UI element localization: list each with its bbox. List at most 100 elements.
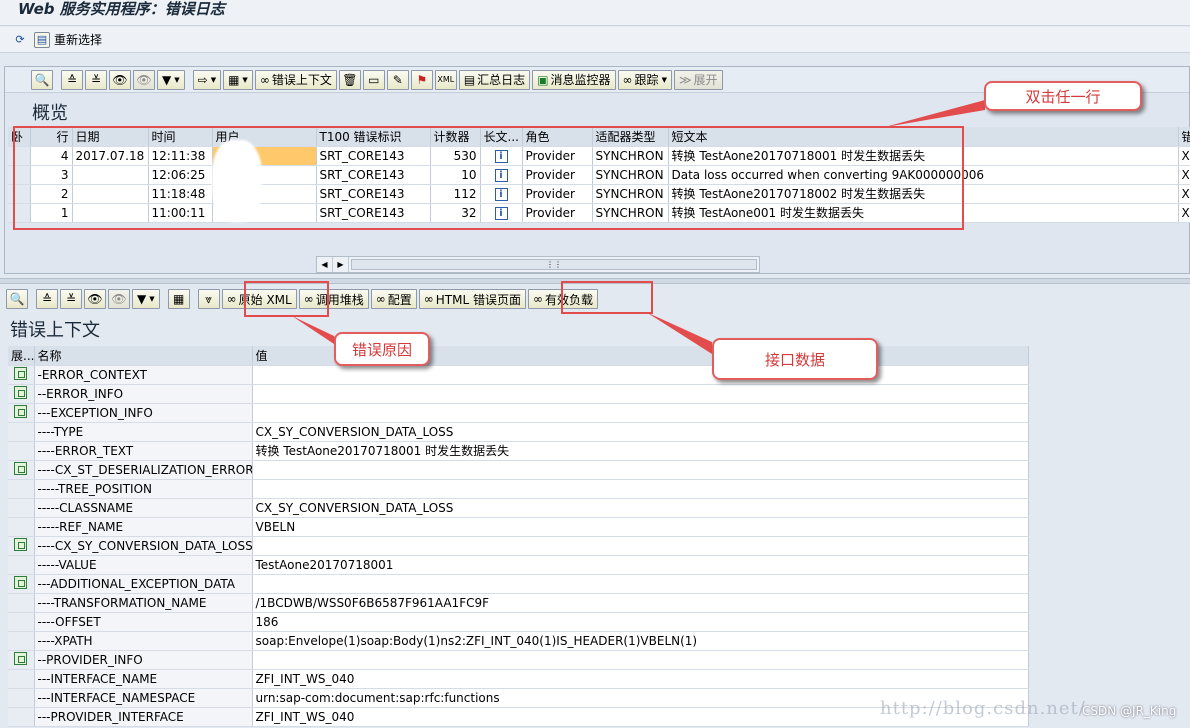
- col-adapter-type[interactable]: 适配器类型: [592, 127, 669, 147]
- row-long-text[interactable]: i: [480, 203, 523, 223]
- overview-table: 卧 行 日期 时间 用户 T100 错误标识 计数器 长文... 角色 适配器类…: [8, 127, 1190, 223]
- flag-button[interactable]: ⚑: [410, 69, 433, 90]
- print-button[interactable]: ▭: [362, 69, 385, 90]
- expand-node-icon[interactable]: [14, 651, 28, 665]
- row-selector[interactable]: [8, 203, 31, 223]
- expand-node-icon[interactable]: [14, 575, 28, 589]
- row-long-text[interactable]: i: [480, 184, 523, 204]
- info-icon[interactable]: i: [494, 207, 508, 220]
- sort-desc-button[interactable]: ≚: [60, 289, 82, 309]
- table-row[interactable]: 4 2017.07.18 12:11:38 SRT_CORE143 530 i …: [8, 146, 1190, 166]
- col-name[interactable]: 名称: [34, 346, 253, 366]
- config-button[interactable]: ∞ 配置: [370, 289, 417, 309]
- table-row[interactable]: ---ADDITIONAL_EXCEPTION_DATA: [8, 574, 1029, 594]
- call-stack-button[interactable]: ∞ 调用堆栈: [298, 289, 369, 309]
- sort-asc-button[interactable]: ≙: [61, 69, 83, 90]
- row-long-text[interactable]: i: [480, 146, 523, 166]
- info-icon[interactable]: i: [494, 150, 508, 163]
- table-row[interactable]: 2 11:18:48 SRT_CORE143 112 i Provider SY…: [8, 184, 1190, 204]
- scroll-thumb[interactable]: ⋮⋮: [351, 259, 757, 270]
- table-row[interactable]: ---PROVIDER_INTERFACE ZFI_INT_WS_040: [8, 707, 1029, 727]
- row-expand-cell[interactable]: [8, 574, 35, 594]
- table-row[interactable]: ---INTERFACE_NAMESPACE urn:sap-com:docume…: [8, 688, 1029, 708]
- find-button[interactable]: 👁: [109, 69, 131, 90]
- table-row[interactable]: -----CLASSNAME CX_SY_CONVERSION_DATA_LOSS: [8, 498, 1029, 518]
- scroll-right-icon[interactable]: ▶: [333, 257, 349, 272]
- message-monitor-button[interactable]: ▣ 消息监控器: [532, 69, 616, 90]
- col-extra[interactable]: 错: [1178, 127, 1190, 147]
- row-expand-cell[interactable]: [8, 460, 35, 480]
- col-date[interactable]: 日期: [72, 127, 149, 147]
- table-row[interactable]: --ERROR_INFO: [8, 384, 1029, 404]
- expand-button[interactable]: ≫ 展开: [673, 69, 723, 90]
- row-expand-cell[interactable]: [8, 403, 35, 423]
- col-role[interactable]: 角色: [522, 127, 593, 147]
- overview-horizontal-scrollbar[interactable]: ◀ ▶ ⋮⋮: [316, 256, 760, 273]
- row-selector[interactable]: [8, 146, 31, 166]
- trace-button[interactable]: ∞ 跟踪 ▼: [617, 69, 672, 90]
- scroll-left-icon[interactable]: ◀: [317, 257, 333, 272]
- edit-button[interactable]: ✎: [386, 69, 409, 90]
- filter-button[interactable]: ▼ ▼: [132, 289, 160, 309]
- html-error-page-button[interactable]: ∞ HTML 错误页面: [418, 289, 526, 309]
- col-select[interactable]: 卧: [8, 127, 31, 147]
- table-row[interactable]: ---INTERFACE_NAME ZFI_INT_WS_040: [8, 669, 1029, 689]
- sort-asc-button[interactable]: ≙: [36, 289, 58, 309]
- table-row[interactable]: ----CX_ST_DESERIALIZATION_ERROR: [8, 460, 1029, 480]
- table-row[interactable]: ----TRANSFORMATION_NAME/1BCDWB/WSS0F6B65…: [8, 593, 1029, 613]
- col-long-text[interactable]: 长文...: [480, 127, 523, 147]
- expand-node-icon[interactable]: [14, 537, 28, 551]
- table-row[interactable]: ---EXCEPTION_INFO: [8, 403, 1029, 423]
- summary-log-button[interactable]: ▤ 汇总日志: [458, 69, 531, 90]
- table-row[interactable]: ----CX_SY_CONVERSION_DATA_LOSS: [8, 536, 1029, 556]
- col-counter[interactable]: 计数器: [430, 127, 481, 147]
- row-expand-cell[interactable]: [8, 365, 35, 385]
- details-button[interactable]: 🔍: [6, 289, 28, 309]
- find-next-button[interactable]: 👁: [133, 69, 155, 90]
- row-selector[interactable]: [8, 184, 31, 204]
- table-row[interactable]: 3 12:06:25 SRT_CORE143 10 i Provider SYN…: [8, 165, 1190, 185]
- find-next-button[interactable]: 👁: [108, 289, 130, 309]
- payload-button[interactable]: ∞ 有效负载: [527, 289, 598, 309]
- sort-desc-button[interactable]: ≚: [85, 69, 107, 90]
- info-icon[interactable]: i: [494, 169, 508, 182]
- details-button[interactable]: 🔍: [31, 69, 53, 90]
- col-t100-error-id[interactable]: T100 错误标识: [316, 127, 431, 147]
- expand-node-icon[interactable]: [14, 461, 28, 475]
- col-time[interactable]: 时间: [148, 127, 213, 147]
- refresh-icon[interactable]: ⟳: [12, 32, 28, 48]
- row-expand-cell[interactable]: [8, 384, 35, 404]
- table-row[interactable]: ----OFFSET 186: [8, 612, 1029, 632]
- row-value: [252, 574, 1029, 594]
- xml-button[interactable]: XML: [434, 69, 457, 90]
- row-expand-cell[interactable]: [8, 536, 35, 556]
- raw-xml-button[interactable]: ∞ 原始 XML: [221, 289, 297, 309]
- table-row[interactable]: ----XPATH soap:Envelope(1)soap:Body(1)ns2…: [8, 631, 1029, 651]
- col-row[interactable]: 行: [30, 127, 73, 147]
- table-row[interactable]: ----TYPE CX_SY_CONVERSION_DATA_LOSS: [8, 422, 1029, 442]
- error-context-button[interactable]: ∞ 错误上下文: [254, 69, 337, 90]
- export-button[interactable]: ⇨ ▼: [192, 69, 222, 90]
- col-short-text[interactable]: 短文本: [668, 127, 1179, 147]
- reselect-button[interactable]: ▤ 重新选择: [34, 31, 102, 48]
- row-expand-cell[interactable]: [8, 650, 35, 670]
- find-button[interactable]: 👁: [84, 289, 106, 309]
- delete-button[interactable]: 🗑: [338, 69, 361, 90]
- row-selector[interactable]: [8, 165, 31, 185]
- table-row[interactable]: -----TREE_POSITION: [8, 479, 1029, 499]
- expand-all-button[interactable]: ⩔: [197, 289, 220, 309]
- expand-node-icon[interactable]: [14, 404, 28, 418]
- expand-node-icon[interactable]: [14, 385, 28, 399]
- expand-node-icon[interactable]: [14, 366, 28, 380]
- col-expand[interactable]: 展...: [8, 346, 35, 366]
- layout-button[interactable]: ▦ ▼: [223, 69, 253, 90]
- table-row[interactable]: ----ERROR_TEXT 转换 TestAone20170718001 时发生…: [8, 441, 1029, 461]
- row-long-text[interactable]: i: [480, 165, 523, 185]
- table-row[interactable]: --PROVIDER_INFO: [8, 650, 1029, 670]
- layout-button[interactable]: ▦: [167, 289, 190, 309]
- table-row[interactable]: 1 11:00:11 SRT_CORE143 32 i Provider SYN…: [8, 203, 1190, 223]
- info-icon[interactable]: i: [494, 188, 508, 201]
- table-row[interactable]: -----REF_NAME VBELN: [8, 517, 1029, 537]
- table-row[interactable]: -----VALUE TestAone20170718001: [8, 555, 1029, 575]
- filter-button[interactable]: ▼ ▼: [157, 69, 185, 90]
